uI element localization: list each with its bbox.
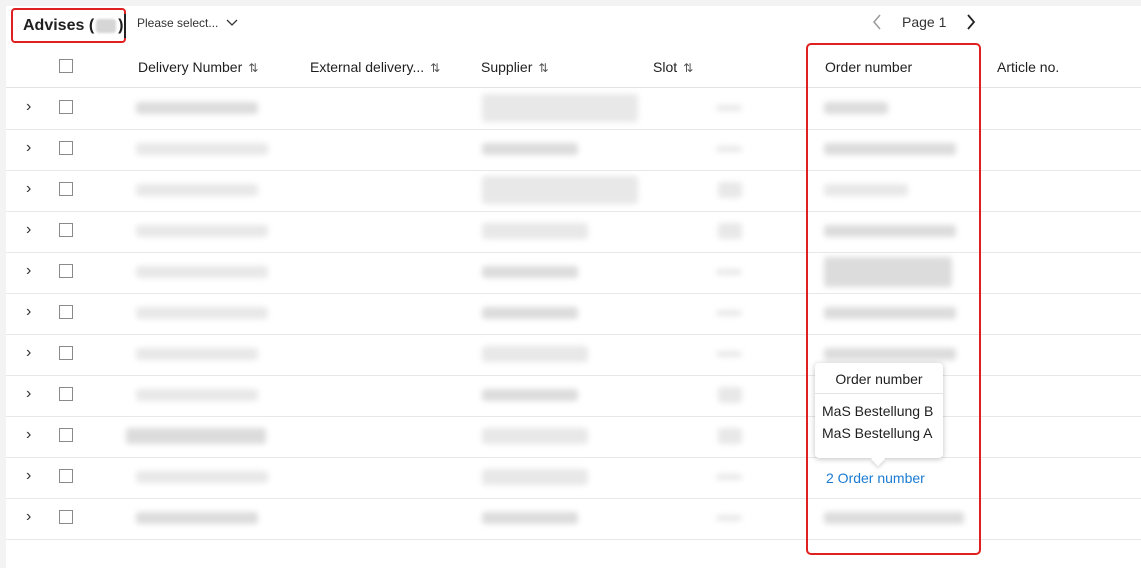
tooltip-item: MaS Bestellung A bbox=[822, 425, 933, 441]
redacted-slot bbox=[718, 428, 742, 444]
pagination: Page 1 bbox=[872, 14, 976, 30]
redacted-slot bbox=[716, 351, 742, 357]
select-placeholder: Please select... bbox=[137, 16, 219, 30]
order-number-column-highlight bbox=[806, 43, 981, 555]
row-checkbox[interactable] bbox=[59, 387, 73, 401]
sort-icon[interactable]: ⇅ bbox=[430, 61, 440, 75]
chevron-right-icon[interactable] bbox=[966, 14, 976, 30]
expand-icon[interactable]: › bbox=[26, 509, 31, 525]
redacted-slot bbox=[718, 182, 742, 198]
col-slot[interactable]: Slot ⇅ bbox=[653, 59, 693, 75]
redacted-supplier bbox=[482, 143, 578, 155]
tooltip-title: Order number bbox=[815, 363, 943, 394]
expand-icon[interactable]: › bbox=[26, 345, 31, 361]
expand-icon[interactable]: › bbox=[26, 181, 31, 197]
col-external-delivery[interactable]: External delivery... ⇅ bbox=[310, 59, 440, 75]
redacted-slot bbox=[718, 387, 742, 403]
row-checkbox[interactable] bbox=[59, 223, 73, 237]
expand-icon[interactable]: › bbox=[26, 468, 31, 484]
order-number-tooltip: Order number MaS Bestellung B MaS Bestel… bbox=[815, 363, 943, 467]
redacted-slot bbox=[716, 105, 742, 111]
row-checkbox[interactable] bbox=[59, 141, 73, 155]
sort-icon[interactable]: ⇅ bbox=[538, 61, 548, 75]
col-supplier[interactable]: Supplier ⇅ bbox=[481, 59, 548, 75]
redacted-supplier bbox=[482, 346, 588, 362]
redacted-supplier bbox=[482, 469, 588, 485]
tooltip-item: MaS Bestellung B bbox=[822, 403, 934, 419]
redacted-supplier bbox=[482, 307, 578, 319]
title-prefix: Advises ( bbox=[23, 16, 95, 34]
select-all-checkbox[interactable] bbox=[59, 59, 73, 73]
row-checkbox[interactable] bbox=[59, 305, 73, 319]
row-checkbox[interactable] bbox=[59, 100, 73, 114]
redacted-delivery-number bbox=[136, 266, 268, 278]
redacted-delivery-number bbox=[136, 184, 258, 196]
redacted-supplier bbox=[482, 389, 578, 401]
redacted-delivery-number bbox=[136, 512, 258, 524]
title-divider bbox=[124, 14, 126, 38]
redacted-supplier bbox=[482, 428, 588, 444]
col-delivery-number[interactable]: Delivery Number ⇅ bbox=[138, 59, 258, 75]
redacted-supplier bbox=[482, 223, 588, 239]
expand-icon[interactable]: › bbox=[26, 304, 31, 320]
filter-select[interactable]: Please select... bbox=[137, 16, 238, 30]
chevron-left-icon[interactable] bbox=[872, 14, 882, 30]
expand-icon[interactable]: › bbox=[26, 263, 31, 279]
redacted-delivery-number bbox=[136, 102, 258, 114]
row-checkbox[interactable] bbox=[59, 346, 73, 360]
redacted-slot bbox=[716, 269, 742, 275]
redacted-delivery-number bbox=[136, 471, 268, 483]
redacted-slot bbox=[716, 146, 742, 152]
advises-title: Advises ( ) bbox=[11, 8, 126, 43]
sort-icon[interactable]: ⇅ bbox=[683, 61, 693, 75]
redacted-delivery-number bbox=[136, 307, 268, 319]
title-suffix: ) bbox=[118, 16, 124, 34]
redacted-slot bbox=[716, 474, 742, 480]
col-article-no: Article no. bbox=[997, 59, 1060, 75]
redacted-delivery-number bbox=[136, 225, 268, 237]
redacted-slot bbox=[718, 223, 742, 239]
redacted-delivery-number bbox=[136, 348, 258, 360]
sort-icon[interactable]: ⇅ bbox=[248, 61, 258, 75]
expand-icon[interactable]: › bbox=[26, 99, 31, 115]
redacted-supplier bbox=[482, 266, 578, 278]
redacted-delivery-number bbox=[126, 428, 266, 444]
redacted-delivery-number bbox=[136, 389, 258, 401]
expand-icon[interactable]: › bbox=[26, 140, 31, 156]
redacted-delivery-number bbox=[136, 143, 268, 155]
expand-icon[interactable]: › bbox=[26, 427, 31, 443]
redacted-supplier bbox=[482, 176, 638, 204]
row-checkbox[interactable] bbox=[59, 428, 73, 442]
row-checkbox[interactable] bbox=[59, 510, 73, 524]
chevron-down-icon bbox=[226, 19, 238, 26]
expand-icon[interactable]: › bbox=[26, 222, 31, 238]
row-checkbox[interactable] bbox=[59, 182, 73, 196]
row-checkbox[interactable] bbox=[59, 264, 73, 278]
expand-icon[interactable]: › bbox=[26, 386, 31, 402]
redacted-supplier bbox=[482, 94, 638, 122]
page-label: Page 1 bbox=[902, 14, 947, 30]
row-checkbox[interactable] bbox=[59, 469, 73, 483]
redacted-supplier bbox=[482, 512, 578, 524]
redacted-slot bbox=[716, 515, 742, 521]
advises-count-blurred bbox=[96, 18, 117, 33]
redacted-slot bbox=[716, 310, 742, 316]
